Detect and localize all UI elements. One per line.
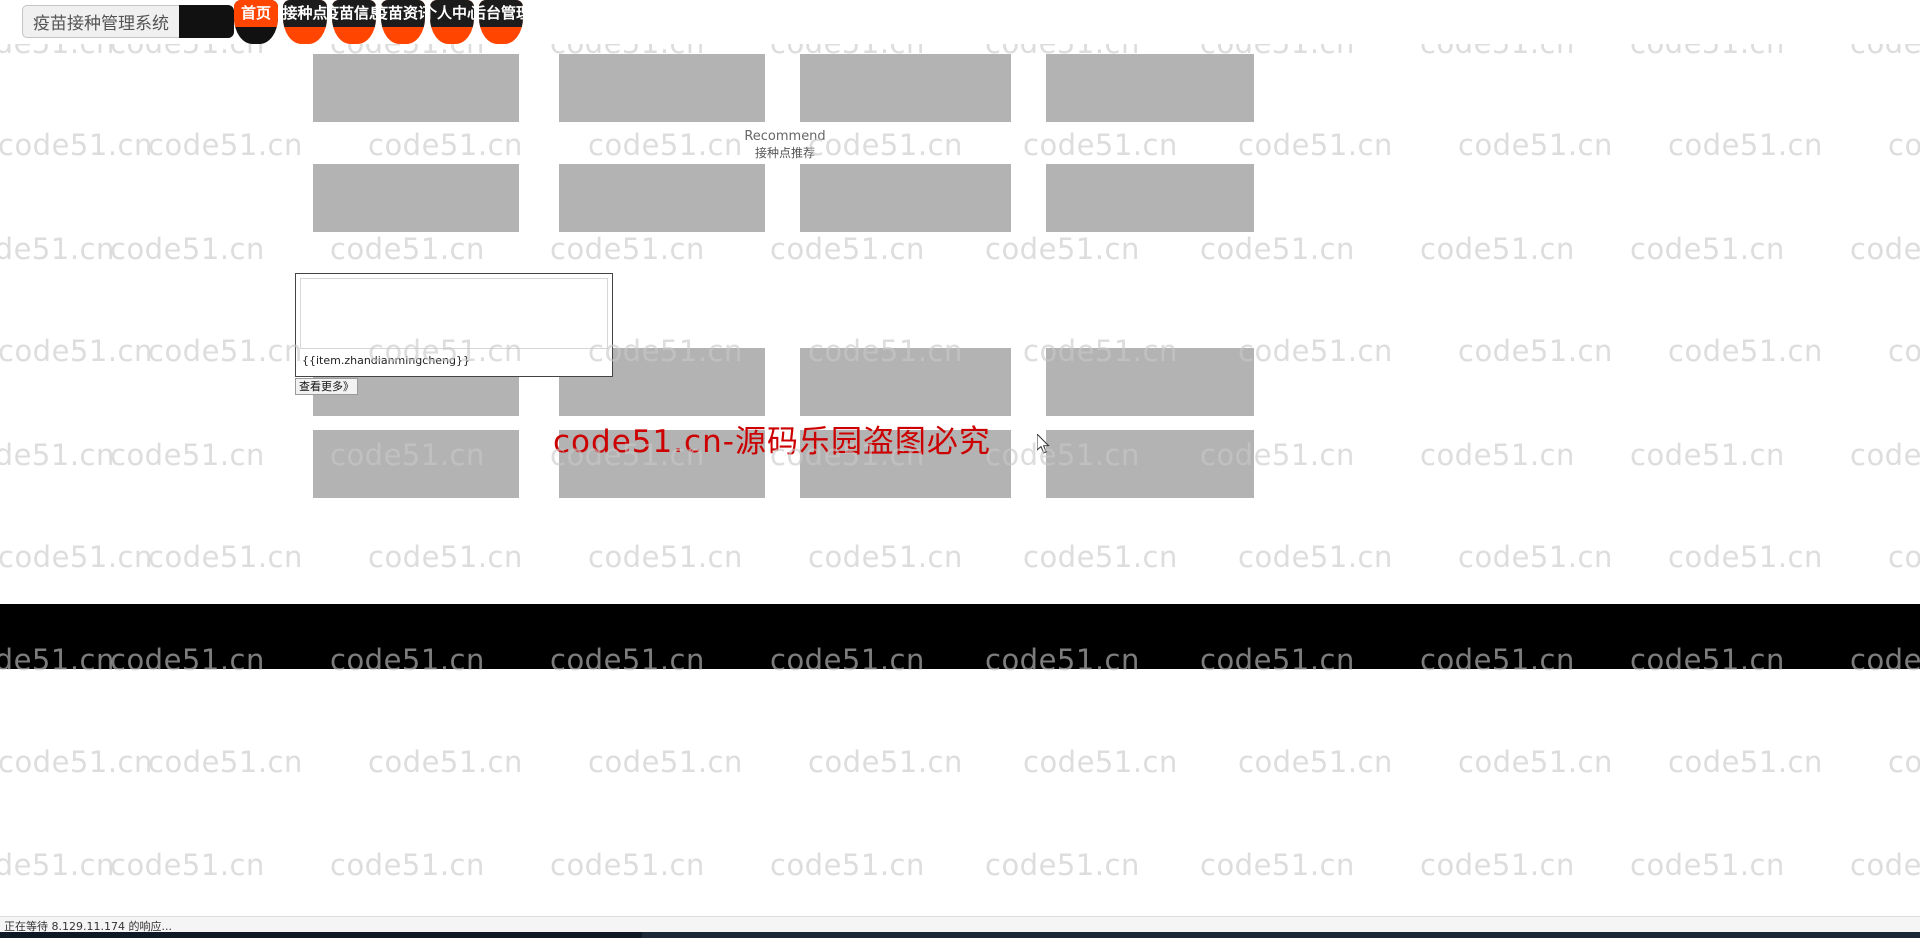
- nav-item-5[interactable]: 后台管理: [479, 0, 523, 44]
- top-navigation-bar: 疫苗接种管理系统 首页接种点疫苗信息疫苗资讯个人中心后台管理: [0, 0, 1920, 44]
- nav-item-label: 疫苗信息: [332, 4, 376, 22]
- site-title-box[interactable]: 疫苗接种管理系统: [22, 5, 194, 38]
- progress-fill: [0, 932, 642, 938]
- section-heading-cn: 接种点推荐: [754, 146, 815, 160]
- image-placeholder: [800, 348, 1011, 416]
- nav-item-4[interactable]: 个人中心: [430, 0, 474, 44]
- nav-item-label: 疫苗资讯: [381, 4, 425, 22]
- nav-menu: 首页接种点疫苗信息疫苗资讯个人中心后台管理: [234, 0, 523, 44]
- page-load-progress: [0, 932, 1920, 938]
- image-placeholder: [1046, 348, 1254, 416]
- nav-item-cap: 疫苗资讯: [381, 0, 425, 27]
- image-placeholder: [559, 164, 765, 232]
- site-name-placeholder: {{item.zhandianmingcheng}}: [302, 354, 471, 367]
- anti-theft-notice: code51.cn-源码乐园盗图必究: [553, 424, 991, 460]
- mouse-cursor: [1036, 432, 1051, 455]
- image-placeholder: [313, 164, 519, 232]
- nav-item-label: 后台管理: [479, 4, 523, 22]
- view-more-button[interactable]: 查看更多》: [295, 378, 358, 395]
- image-placeholder: [1046, 164, 1254, 232]
- logo-accent-block: [179, 5, 234, 38]
- nav-item-cap: 后台管理: [479, 0, 523, 27]
- section-heading-en: Recommend: [744, 129, 826, 144]
- nav-item-cap: 疫苗信息: [332, 0, 376, 27]
- page-footer: [0, 604, 1920, 669]
- page-content: Recommend 接种点推荐 {{item.zhandianmingcheng…: [0, 44, 1920, 890]
- browser-page: code51.cn code51.cn code51.cn code51.cn code…: [0, 0, 1920, 938]
- image-placeholder: [800, 54, 1011, 122]
- nav-item-0[interactable]: 首页: [234, 0, 278, 44]
- image-placeholder: [1046, 54, 1254, 122]
- view-more-label: 查看更多》: [299, 380, 354, 393]
- section-heading-recommend: Recommend 接种点推荐: [710, 129, 860, 161]
- nav-item-label: 接种点: [283, 4, 327, 22]
- nav-item-3[interactable]: 疫苗资讯: [381, 0, 425, 44]
- nav-item-1[interactable]: 接种点: [283, 0, 327, 44]
- nav-item-cap: 接种点: [283, 0, 327, 27]
- image-placeholder: [313, 54, 519, 122]
- nav-item-2[interactable]: 疫苗信息: [332, 0, 376, 44]
- image-placeholder: [800, 164, 1011, 232]
- nav-item-cap: 首页: [234, 0, 278, 27]
- vaccination-site-card[interactable]: {{item.zhandianmingcheng}}: [295, 273, 613, 377]
- nav-item-label: 首页: [241, 4, 272, 22]
- image-placeholder: [1046, 430, 1254, 498]
- broken-image-icon: [300, 278, 608, 349]
- nav-item-label: 个人中心: [430, 4, 474, 22]
- nav-item-cap: 个人中心: [430, 0, 474, 27]
- image-placeholder: [313, 430, 519, 498]
- site-title: 疫苗接种管理系统: [33, 14, 169, 34]
- image-placeholder: [559, 54, 765, 122]
